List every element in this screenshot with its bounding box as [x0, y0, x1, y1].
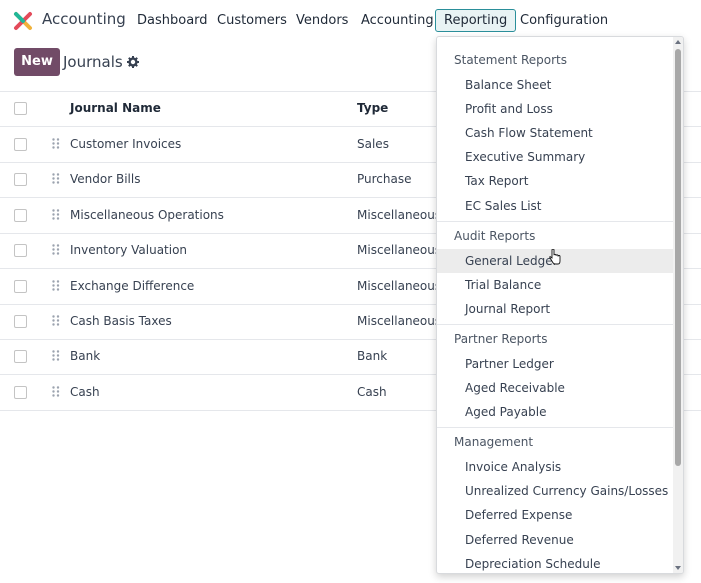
menu-item-depreciation-schedule[interactable]: Depreciation Schedule — [437, 552, 673, 573]
row-checkbox[interactable] — [14, 138, 27, 151]
scroll-down-arrow-icon[interactable] — [675, 565, 681, 571]
journal-name-cell: Exchange Difference — [70, 278, 195, 293]
menu-item-deferred-revenue[interactable]: Deferred Revenue — [437, 528, 673, 552]
menu-item-cash-flow-statement[interactable]: Cash Flow Statement — [437, 121, 673, 145]
reporting-dropdown-menu: Statement Reports Balance Sheet Profit and… — [436, 36, 684, 574]
menu-item-partner-ledger[interactable]: Partner Ledger — [437, 352, 673, 376]
journal-name-cell: Cash Basis Taxes — [70, 314, 172, 328]
nav-item-dashboard[interactable]: Dashboard — [137, 13, 208, 28]
nav-item-accounting[interactable]: Accounting — [361, 13, 434, 28]
drag-handle-icon[interactable] — [52, 315, 60, 326]
journal-type-cell: Miscellaneous — [357, 278, 442, 293]
odoo-accounting-logo-icon[interactable] — [13, 11, 33, 31]
menu-item-deferred-expense[interactable]: Deferred Expense — [437, 503, 673, 527]
menu-item-profit-and-loss[interactable]: Profit and Loss — [437, 97, 673, 121]
journal-type-cell: Miscellaneous — [357, 207, 442, 222]
journal-name-cell: Vendor Bills — [70, 172, 141, 187]
row-checkbox[interactable] — [14, 350, 27, 364]
journal-type-cell: Purchase — [357, 172, 412, 187]
drag-handle-icon[interactable] — [52, 173, 60, 185]
menu-item-aged-receivable[interactable]: Aged Receivable — [437, 376, 673, 400]
row-checkbox[interactable] — [14, 315, 27, 328]
nav-item-customers[interactable]: Customers — [217, 13, 287, 28]
menu-item-trial-balance[interactable]: Trial Balance — [437, 273, 673, 297]
menu-item-executive-summary[interactable]: Executive Summary — [437, 145, 673, 169]
new-button[interactable]: New — [14, 48, 60, 76]
drag-handle-icon[interactable] — [52, 244, 60, 255]
drag-handle-icon[interactable] — [52, 386, 60, 397]
drag-handle-icon[interactable] — [52, 279, 60, 291]
scroll-up-arrow-icon[interactable] — [675, 39, 681, 45]
hand-pointer-cursor-icon — [549, 249, 561, 265]
menu-item-journal-report[interactable]: Journal Report — [437, 297, 673, 321]
dropdown-divider — [437, 427, 673, 429]
dropdown-divider — [437, 323, 673, 325]
menu-item-tax-report[interactable]: Tax Report — [437, 169, 673, 193]
app-name[interactable]: Accounting — [42, 10, 126, 28]
row-checkbox[interactable] — [14, 279, 27, 293]
journal-name-cell: Inventory Valuation — [70, 243, 188, 258]
select-all-checkbox[interactable] — [14, 102, 27, 115]
menu-item-aged-payable[interactable]: Aged Payable — [437, 400, 673, 424]
top-navbar: Accounting Dashboard Customers Vendors A… — [0, 0, 701, 40]
nav-item-reporting[interactable]: Reporting — [435, 9, 517, 32]
menu-section-title: Statement Reports — [454, 53, 567, 67]
journal-name-cell: Miscellaneous Operations — [70, 207, 224, 222]
drag-handle-icon[interactable] — [52, 138, 60, 149]
journal-name-cell: Cash — [70, 384, 100, 399]
journal-type-cell: Miscellaneous — [357, 243, 442, 258]
drag-handle-icon[interactable] — [52, 350, 60, 362]
column-header-journal-name[interactable]: Journal Name — [70, 101, 161, 115]
menu-item-invoice-analysis[interactable]: Invoice Analysis — [437, 455, 673, 479]
journal-name-cell: Bank — [70, 349, 101, 364]
menu-item-ec-sales-list[interactable]: EC Sales List — [437, 194, 673, 218]
dropdown-divider — [437, 220, 673, 222]
row-checkbox[interactable] — [14, 385, 27, 399]
menu-item-balance-sheet[interactable]: Balance Sheet — [437, 73, 673, 97]
journal-type-cell: Sales — [357, 137, 389, 151]
row-checkbox[interactable] — [14, 173, 27, 187]
journal-type-cell: Bank — [357, 349, 388, 364]
drag-handle-icon[interactable] — [52, 209, 60, 220]
menu-section-title: Management — [454, 435, 534, 450]
column-header-type[interactable]: Type — [357, 101, 388, 115]
menu-item-unrealized-currency-gains-losses[interactable]: Unrealized Currency Gains/Losses — [437, 479, 673, 503]
row-checkbox[interactable] — [14, 244, 27, 258]
nav-item-vendors[interactable]: Vendors — [296, 13, 348, 28]
nav-item-configuration[interactable]: Configuration — [520, 13, 608, 28]
journal-type-cell: Miscellaneous — [357, 314, 442, 328]
menu-section-title: Partner Reports — [454, 331, 548, 346]
journal-name-cell: Customer Invoices — [70, 137, 182, 151]
journal-type-cell: Cash — [357, 384, 387, 399]
gear-icon[interactable] — [127, 56, 139, 68]
dropdown-scrollbar-thumb[interactable] — [675, 49, 681, 466]
menu-section-title: Audit Reports — [454, 228, 536, 243]
page-title: Journals — [63, 53, 123, 71]
row-checkbox[interactable] — [14, 208, 27, 222]
